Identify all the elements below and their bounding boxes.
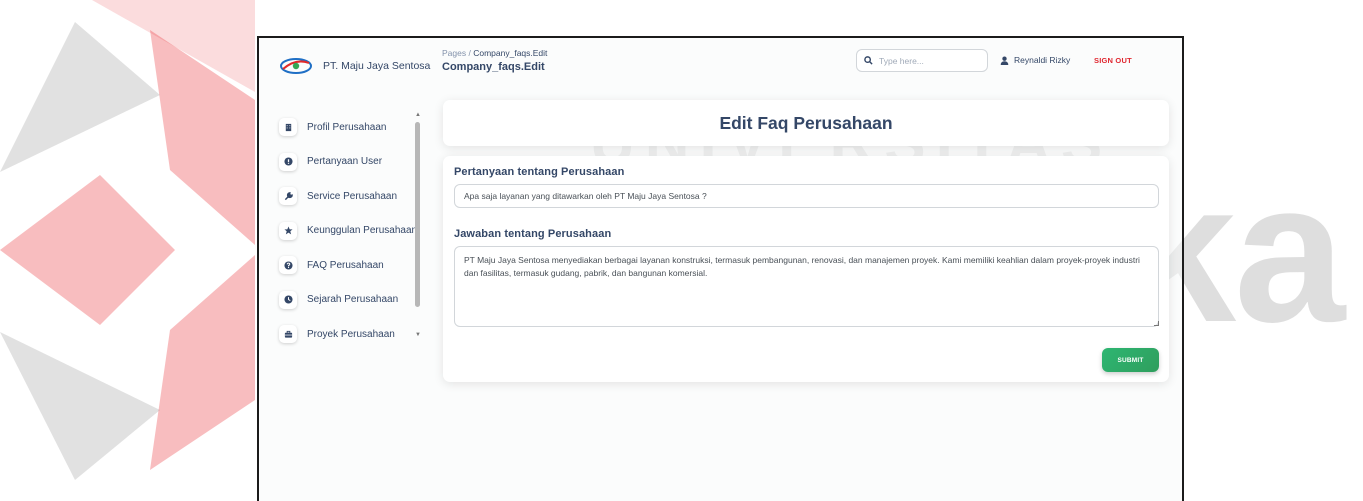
sidebar-item-label: Service Perusahaan	[307, 190, 398, 202]
card-title: Edit Faq Perusahaan	[719, 112, 893, 133]
question-circle-icon	[279, 152, 297, 171]
resize-handle-icon[interactable]	[1154, 321, 1159, 326]
sidebar-item-faq[interactable]: FAQ Perusahaan	[279, 248, 427, 283]
company-logo-icon	[280, 58, 312, 74]
breadcrumb-current: Company_faqs.Edit	[473, 48, 548, 58]
user-icon	[1000, 56, 1009, 65]
building-icon	[279, 118, 297, 137]
briefcase-icon	[279, 325, 297, 344]
star-icon	[279, 221, 297, 240]
user-menu[interactable]: Reynaldi Rizky	[1000, 55, 1070, 65]
submit-button[interactable]: SUBMIT	[1102, 348, 1159, 372]
app-window: PT. Maju Jaya Sentosa Profil Perusahaan …	[257, 36, 1184, 501]
question-label: Pertanyaan tentang Perusahaan	[454, 166, 625, 178]
question-input[interactable]: Apa saja layanan yang ditawarkan oleh PT…	[454, 184, 1159, 208]
sidebar-item-keunggulan[interactable]: Keunggulan Perusahaan	[279, 214, 427, 249]
faq-form: Pertanyaan tentang Perusahaan Apa saja l…	[443, 156, 1169, 382]
sidebar-item-proyek[interactable]: Proyek Perusahaan	[279, 317, 427, 352]
scroll-down-icon[interactable]: ▼	[415, 332, 421, 338]
question-icon	[279, 256, 297, 275]
breadcrumb: Pages / Company_faqs.Edit	[442, 48, 547, 58]
sidebar-item-label: Keunggulan Perusahaan	[307, 225, 418, 237]
sidebar-item-label: Sejarah Perusahaan	[307, 294, 399, 306]
sidebar-item-label: FAQ Perusahaan	[307, 259, 384, 271]
page-title: Company_faqs.Edit	[442, 61, 545, 73]
title-card: Edit Faq Perusahaan	[443, 100, 1169, 146]
user-name: Reynaldi Rizky	[1014, 55, 1071, 65]
sidebar-item-label: Proyek Perusahaan	[307, 328, 395, 340]
brand[interactable]: PT. Maju Jaya Sentosa	[279, 56, 430, 76]
sidebar-scrollbar[interactable]	[415, 122, 420, 307]
sidebar-item-sejarah[interactable]: Sejarah Perusahaan	[279, 283, 427, 318]
sidebar-item-pertanyaan[interactable]: Pertanyaan User	[279, 145, 427, 180]
sign-out-button[interactable]: SIGN OUT	[1094, 56, 1132, 65]
sidebar-item-label: Profil Perusahaan	[307, 121, 387, 133]
breadcrumb-root[interactable]: Pages	[442, 48, 466, 58]
search-input[interactable]	[879, 55, 979, 66]
scroll-up-icon[interactable]: ▲	[415, 112, 421, 118]
answer-textarea[interactable]: PT Maju Jaya Sentosa menyediakan berbaga…	[454, 246, 1159, 327]
wrench-icon	[279, 187, 297, 206]
history-icon	[279, 290, 297, 309]
screen: UNIVERSITAS Dinamika PT. Maju Jaya Sento…	[0, 0, 1363, 501]
answer-label: Jawaban tentang Perusahaan	[454, 228, 612, 240]
breadcrumb-separator: /	[468, 48, 471, 58]
search-icon	[864, 56, 873, 65]
sidebar-item-service[interactable]: Service Perusahaan	[279, 179, 427, 214]
brand-name: PT. Maju Jaya Sentosa	[323, 60, 431, 72]
search-box	[856, 49, 988, 72]
sidebar-item-profil[interactable]: Profil Perusahaan	[279, 110, 427, 145]
sidebar: Profil Perusahaan Pertanyaan User Servic…	[279, 110, 427, 350]
sidebar-item-label: Pertanyaan User	[307, 156, 383, 168]
